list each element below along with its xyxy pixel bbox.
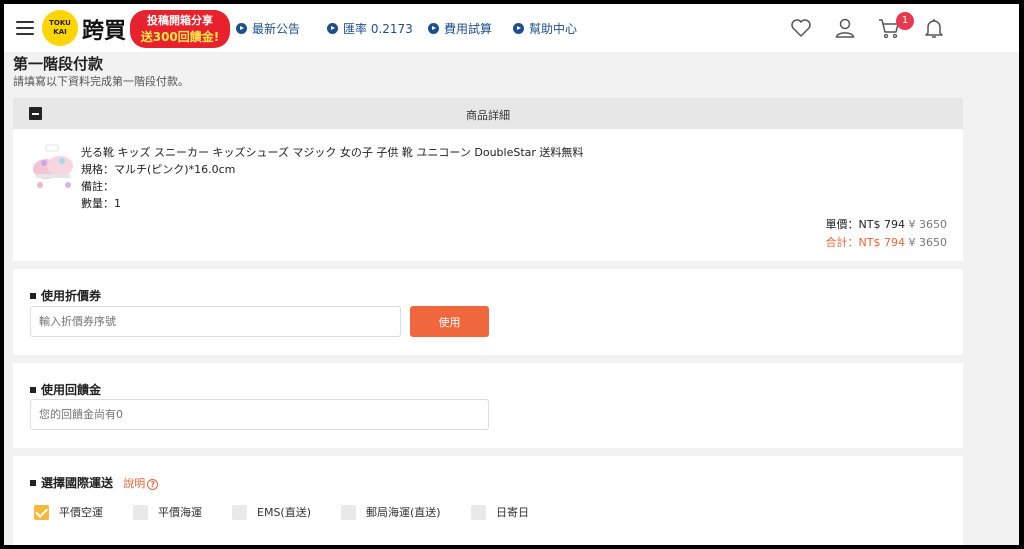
question-circle-icon[interactable]: ?	[147, 479, 159, 490]
checkbox-checked[interactable]	[34, 504, 49, 520]
total-price-label: 合計：	[825, 236, 859, 249]
checkbox[interactable]	[341, 504, 356, 520]
nav-announcements[interactable]: 最新公告	[236, 20, 300, 37]
shipping-option-post-sea[interactable]: 郵局海運(直送)	[341, 504, 441, 520]
shipping-option-label: 平價海運	[158, 506, 202, 519]
product-spec: 規格：マルチ(ピンク)*16.0cm	[81, 163, 236, 176]
shipping-title: 選擇國際運送 說明?	[30, 474, 159, 491]
page-subtitle: 請填寫以下資料完成第一階段付款。	[13, 75, 189, 88]
product-detail-title: 商品詳細	[466, 109, 510, 122]
product-image[interactable]	[30, 141, 78, 193]
checkbox[interactable]	[471, 504, 486, 520]
nav-exchange-rate[interactable]: 匯率 0.2173	[327, 20, 413, 37]
unit-price-jpy: ¥ 3650	[908, 218, 948, 231]
coupon-code-input[interactable]	[30, 306, 401, 337]
shipping-option-label: 郵局海運(直送)	[366, 506, 441, 519]
play-circle-icon	[236, 23, 247, 34]
shipping-option-economy-air[interactable]: 平價空運	[34, 504, 103, 520]
page-frame: TOKU KAI 跨買 投稿開箱分享 送300回饋金! 最新公告 匯率 0.21…	[4, 4, 1019, 545]
play-circle-icon	[327, 23, 338, 34]
bullet-square-icon	[30, 479, 36, 486]
user-icon[interactable]	[833, 16, 857, 40]
product-name: 光る靴 キッズ スニーカー キッズシューズ マジック 女の子 子供 靴 ユニコー…	[81, 146, 584, 159]
coupon-title: 使用折價券	[30, 287, 101, 304]
unit-price-ntd: NT$ 794	[858, 218, 905, 231]
heart-icon[interactable]	[789, 16, 813, 40]
product-info: 光る靴 キッズ スニーカー キッズシューズ マジック 女の子 子供 靴 ユニコー…	[81, 144, 583, 212]
product-detail-header: 商品詳細	[13, 98, 963, 129]
rebate-title: 使用回饋金	[30, 381, 101, 398]
play-circle-icon	[513, 23, 524, 34]
rebate-input[interactable]	[30, 399, 489, 430]
nav-fee-calculator[interactable]: 費用試算	[428, 20, 492, 37]
total-price: 合計：NT$ 794 ¥ 3650	[826, 234, 947, 250]
promo-banner[interactable]: 投稿開箱分享 送300回饋金!	[130, 10, 230, 48]
menu-icon[interactable]	[16, 21, 34, 35]
shipping-option-ems[interactable]: EMS(直送)	[232, 504, 311, 520]
bell-icon[interactable]	[922, 16, 946, 40]
coupon-title-text: 使用折價券	[41, 289, 102, 303]
top-bar: TOKU KAI 跨買 投稿開箱分享 送300回饋金! 最新公告 匯率 0.21…	[4, 4, 1019, 52]
shipping-option-label: 平價空運	[59, 506, 103, 519]
unit-price: 單價：NT$ 794 ¥ 3650	[826, 216, 947, 232]
nav-label: 費用試算	[444, 22, 493, 36]
nav-label: 幫助中心	[529, 22, 578, 36]
total-price-ntd: NT$ 794	[858, 236, 905, 249]
checkbox[interactable]	[232, 504, 247, 520]
page-title: 第一階段付款	[13, 55, 104, 73]
product-quantity: 數量：1	[81, 197, 121, 210]
nav-label: 匯率 0.2173	[343, 22, 413, 36]
unit-price-label: 單價：	[825, 218, 859, 231]
checkbox[interactable]	[133, 504, 148, 520]
promo-line1: 投稿開箱分享	[147, 14, 213, 27]
bullet-square-icon	[30, 292, 36, 299]
logo-text[interactable]: 跨買	[82, 13, 126, 45]
bullet-square-icon	[30, 386, 36, 393]
product-card: 光る靴 キッズ スニーカー キッズシューズ マジック 女の子 子供 靴 ユニコー…	[13, 129, 963, 261]
tokukai-logo-badge[interactable]: TOKU KAI	[42, 10, 78, 46]
rebate-title-text: 使用回饋金	[41, 383, 102, 397]
shipping-option-economy-sea[interactable]: 平價海運	[133, 504, 202, 520]
shipping-option-label: 日寄日	[496, 506, 529, 519]
rebate-section: 使用回饋金	[13, 363, 963, 448]
shipping-title-text: 選擇國際運送	[41, 476, 114, 490]
logo-badge-bottom: KAI	[53, 28, 67, 36]
shipping-help-link[interactable]: 說明	[123, 477, 145, 490]
play-circle-icon	[428, 23, 439, 34]
cart-count-badge: 1	[896, 12, 914, 30]
nav-label: 最新公告	[252, 22, 301, 36]
promo-line2: 送300回饋金!	[140, 30, 220, 44]
nav-help-center[interactable]: 幫助中心	[513, 20, 577, 37]
total-price-jpy: ¥ 3650	[908, 236, 948, 249]
apply-coupon-button[interactable]: 使用	[410, 306, 489, 337]
shipping-option-label: EMS(直送)	[257, 506, 312, 519]
coupon-section: 使用折價券 使用	[13, 269, 963, 355]
product-note: 備註：	[81, 180, 114, 193]
logo-badge-top: TOKU	[49, 19, 71, 27]
shipping-option-japan-to-japan[interactable]: 日寄日	[471, 504, 529, 520]
shipping-section: 選擇國際運送 說明? 平價空運 平價海運 EMS(直送) 郵局海運(直送) 日寄…	[13, 456, 963, 545]
